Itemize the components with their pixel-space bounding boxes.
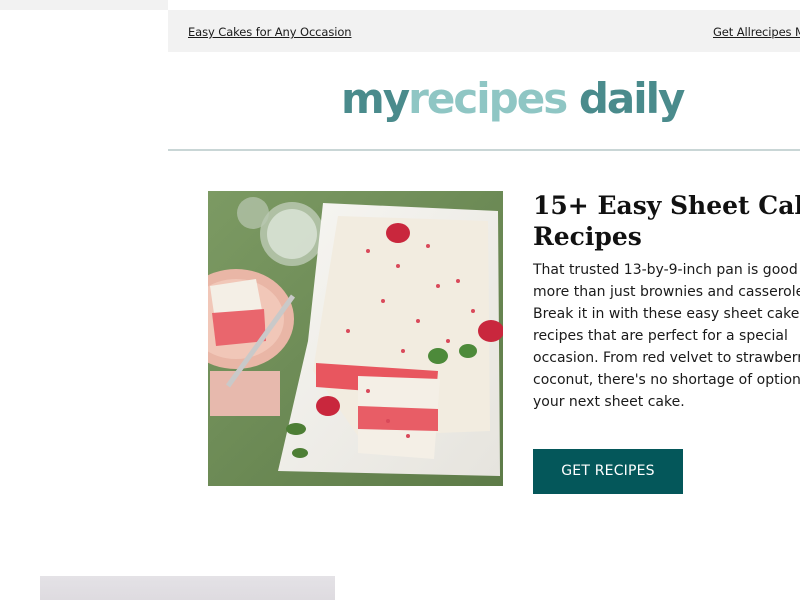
header-divider (168, 149, 800, 151)
easy-cakes-link[interactable]: Easy Cakes for Any Occasion (188, 25, 352, 39)
logo-my: my (341, 74, 410, 123)
next-article-image[interactable] (40, 576, 335, 600)
sheet-cake-image[interactable] (208, 191, 503, 486)
logo-header: myrecipes daily (168, 52, 800, 149)
myrecipes-daily-logo[interactable]: myrecipes daily (341, 74, 686, 124)
top-link-bar: Easy Cakes for Any Occasion Get Allrecip… (168, 10, 800, 52)
get-recipes-button[interactable]: GET RECIPES (533, 449, 683, 494)
get-allrecipes-link[interactable]: Get Allrecipes M (713, 25, 800, 39)
article-description: That trusted 13-by-9-inch pan is good fo… (533, 262, 800, 410)
logo-daily: daily (566, 74, 686, 123)
article-title[interactable]: 15+ Easy Sheet Cake Recipes (533, 190, 800, 252)
logo-recipes: recipes (408, 74, 568, 123)
email-page: Easy Cakes for Any Occasion Get Allrecip… (0, 0, 800, 600)
top-left-background (0, 0, 168, 10)
